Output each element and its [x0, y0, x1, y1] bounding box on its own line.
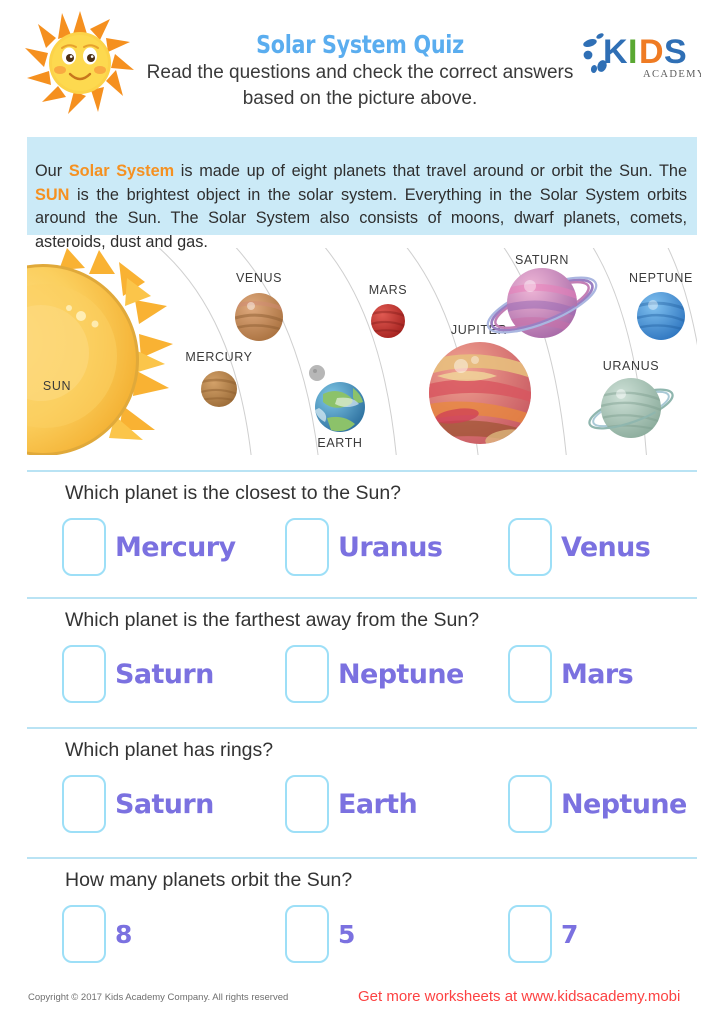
- answer-checkbox-4-2[interactable]: [508, 905, 552, 963]
- answer-label-1-2: Venus: [561, 531, 651, 563]
- info-segment: is the brightest object in the solar sys…: [35, 185, 687, 251]
- answer-options-3: Saturn Earth Neptune: [27, 775, 697, 841]
- answer-option[interactable]: 8: [62, 905, 132, 963]
- answer-option[interactable]: Mars: [508, 645, 634, 703]
- page-footer: Copyright © 2017 Kids Academy Company. A…: [0, 988, 723, 1024]
- moon-graphic: [309, 365, 325, 381]
- answer-option[interactable]: Saturn: [62, 645, 214, 703]
- answer-checkbox-3-0[interactable]: [62, 775, 106, 833]
- planet-mercury: MERCURY: [185, 350, 252, 407]
- answer-option[interactable]: 5: [285, 905, 355, 963]
- smiling-sun-icon: [25, 11, 134, 114]
- answer-label-1-1: Uranus: [338, 531, 443, 563]
- planet-label-earth: EARTH: [317, 436, 362, 450]
- answer-label-3-1: Earth: [338, 788, 418, 820]
- answer-label-2-0: Saturn: [115, 658, 214, 690]
- kids-academy-logo: K I D S ACADEMY: [583, 33, 701, 80]
- answer-option[interactable]: Neptune: [285, 645, 464, 703]
- answer-option[interactable]: Saturn: [62, 775, 214, 833]
- question-text-3: Which planet has rings?: [65, 739, 274, 761]
- info-segment: Our: [35, 162, 69, 181]
- info-highlight-solar-system: Solar System: [68, 162, 175, 181]
- info-highlight-sun: SUN: [35, 185, 70, 204]
- question-block-2: Which planet is the farthest away from t…: [27, 597, 697, 725]
- planet-uranus: URANUS: [588, 359, 674, 438]
- answer-label-3-0: Saturn: [115, 788, 214, 820]
- answer-checkbox-2-2[interactable]: [508, 645, 552, 703]
- promo-link[interactable]: Get more worksheets at www.kidsacademy.m…: [358, 988, 680, 1005]
- answer-checkbox-2-1[interactable]: [285, 645, 329, 703]
- answer-checkbox-4-0[interactable]: [62, 905, 106, 963]
- info-segment: is made up of eight planets that travel …: [174, 162, 688, 181]
- logo-letter-i: I: [628, 33, 637, 71]
- planet-venus: VENUS: [235, 271, 283, 341]
- answer-options-1: Mercury Uranus Venus: [27, 518, 697, 584]
- logo-letter-d: D: [639, 33, 664, 71]
- sun-graphic: SUN: [27, 248, 173, 455]
- planet-saturn: SATURN: [486, 253, 598, 338]
- answer-checkbox-2-0[interactable]: [62, 645, 106, 703]
- planet-label-neptune: NEPTUNE: [629, 271, 693, 285]
- logo-letter-s: S: [664, 33, 687, 71]
- answer-label-1-0: Mercury: [115, 531, 236, 563]
- question-block-4: How many planets orbit the Sun? 8 5 7: [27, 857, 697, 985]
- planet-jupiter: JUPITER: [429, 323, 531, 444]
- question-text-4: How many planets orbit the Sun?: [65, 869, 353, 891]
- planet-label-uranus: URANUS: [603, 359, 659, 373]
- answer-label-4-1: 5: [338, 919, 355, 949]
- info-box: Our Solar System is made up of eight pla…: [27, 137, 697, 251]
- answer-checkbox-1-0[interactable]: [62, 518, 106, 576]
- planet-label-saturn: SATURN: [515, 253, 569, 267]
- question-separator: [27, 727, 697, 729]
- planet-neptune: NEPTUNE: [629, 271, 693, 340]
- page-subtitle: Read the questions and check the correct…: [146, 62, 574, 109]
- planet-earth: EARTH: [309, 365, 365, 450]
- question-block-3: Which planet has rings? Saturn Earth Nep…: [27, 727, 697, 855]
- answer-option[interactable]: Mercury: [62, 518, 236, 576]
- question-text-1: Which planet is the closest to the Sun?: [65, 482, 402, 504]
- answer-checkbox-4-1[interactable]: [285, 905, 329, 963]
- answer-option[interactable]: 7: [508, 905, 578, 963]
- answer-label-4-0: 8: [115, 919, 132, 949]
- question-separator: [27, 597, 697, 599]
- answer-options-4: 8 5 7: [27, 905, 697, 971]
- answer-label-2-2: Mars: [561, 658, 634, 690]
- planet-label-mercury: MERCURY: [185, 350, 252, 364]
- question-text-2: Which planet is the farthest away from t…: [65, 609, 480, 631]
- question-separator: [27, 470, 697, 472]
- logo-letter-k: K: [603, 33, 628, 71]
- planet-mars: MARS: [369, 283, 408, 338]
- answer-option[interactable]: Venus: [508, 518, 651, 576]
- answer-label-4-2: 7: [561, 919, 578, 949]
- page-header: Solar System Quiz Read the questions and…: [0, 0, 723, 128]
- info-paragraph: Our Solar System is made up of eight pla…: [35, 160, 687, 254]
- solar-system-illustration: SUN MERCURY VENUS EARTH MARS JUPITER SAT…: [27, 248, 697, 455]
- planet-label-sun: SUN: [43, 379, 71, 393]
- answer-checkbox-3-2[interactable]: [508, 775, 552, 833]
- page-title: Solar System Quiz: [256, 30, 464, 59]
- planet-label-venus: VENUS: [236, 271, 282, 285]
- question-separator: [27, 857, 697, 859]
- copyright-text: Copyright © 2017 Kids Academy Company. A…: [28, 992, 289, 1003]
- question-block-1: Which planet is the closest to the Sun? …: [27, 470, 697, 595]
- logo-tagline: ACADEMY: [643, 69, 701, 80]
- answer-checkbox-1-2[interactable]: [508, 518, 552, 576]
- answer-options-2: Saturn Neptune Mars: [27, 645, 697, 711]
- answer-option[interactable]: Uranus: [285, 518, 443, 576]
- answer-checkbox-3-1[interactable]: [285, 775, 329, 833]
- answer-label-2-1: Neptune: [338, 658, 464, 690]
- answer-option[interactable]: Earth: [285, 775, 418, 833]
- answer-label-3-2: Neptune: [561, 788, 687, 820]
- answer-checkbox-1-1[interactable]: [285, 518, 329, 576]
- answer-option[interactable]: Neptune: [508, 775, 687, 833]
- planet-label-mars: MARS: [369, 283, 408, 297]
